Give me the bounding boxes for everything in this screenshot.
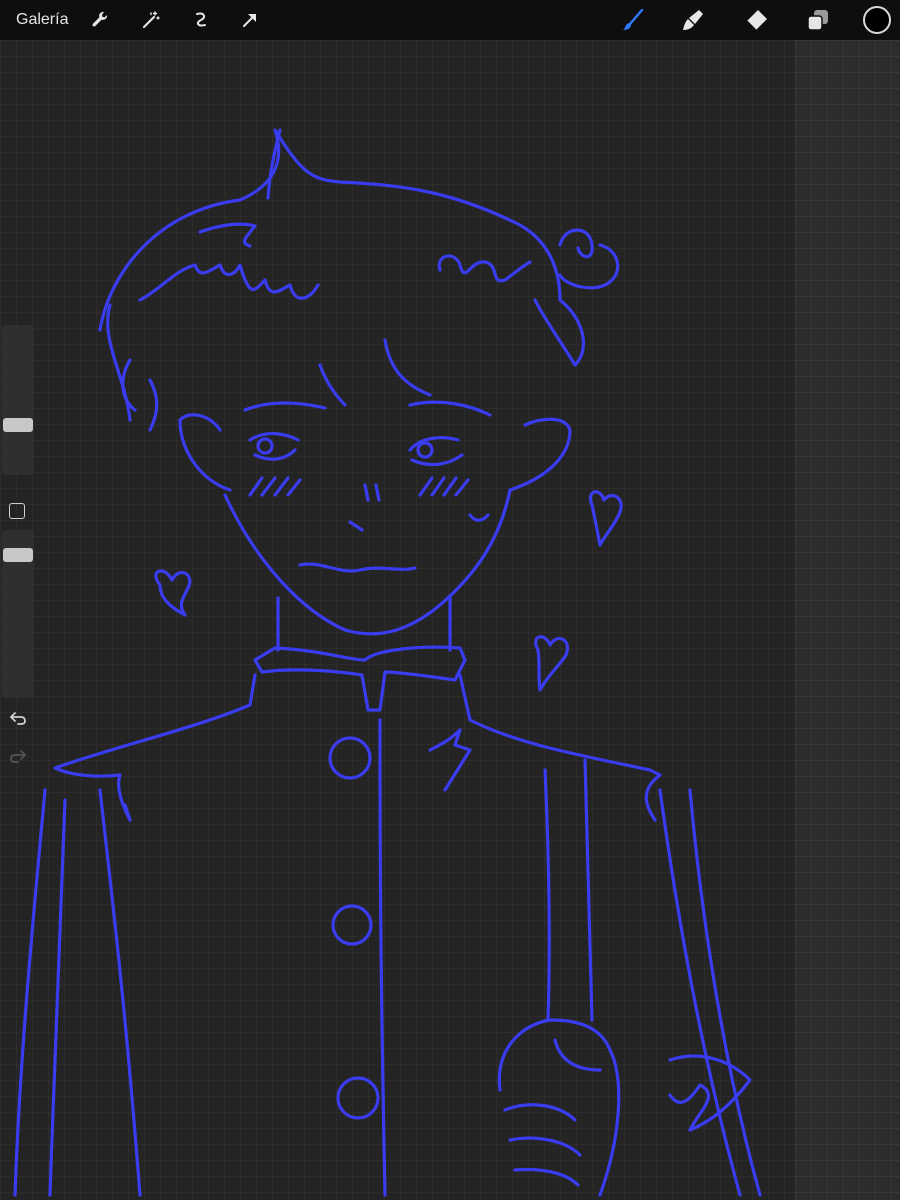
jacket-button-2	[331, 904, 373, 946]
ear-right	[508, 417, 572, 492]
jacket-right-panel	[543, 758, 594, 1022]
nose	[348, 483, 381, 532]
jacket-button-3	[336, 1076, 380, 1120]
current-color-swatch	[863, 6, 891, 34]
neck	[276, 596, 452, 652]
blush-right	[418, 476, 470, 497]
brow-left	[243, 401, 327, 412]
hair-strand	[318, 338, 432, 407]
pupil-right	[416, 441, 434, 459]
hair-fringe-mid	[198, 222, 257, 248]
hair-outline	[98, 128, 585, 367]
jacket-right-edge	[658, 788, 762, 1197]
jacket-left-arm	[98, 788, 142, 1197]
brush-icon[interactable]	[619, 6, 647, 34]
hair-left-side	[106, 303, 159, 432]
brow-right	[408, 400, 492, 417]
hair-swirl	[558, 228, 620, 290]
layers-icon[interactable]	[804, 6, 832, 34]
brush-size-slider[interactable]	[2, 325, 34, 475]
brush-size-handle[interactable]	[3, 418, 33, 432]
smudge-icon[interactable]	[679, 6, 707, 34]
heart-left	[154, 569, 192, 617]
jacket-shoulder-left	[53, 673, 257, 822]
hair-fringe-right	[437, 254, 532, 283]
opacity-handle[interactable]	[3, 548, 33, 562]
canvas-outer-area	[795, 40, 900, 1200]
wrench-icon[interactable]	[86, 6, 114, 34]
magic-wand-icon[interactable]	[137, 6, 165, 34]
jacket-button-1	[328, 736, 372, 780]
eraser-icon[interactable]	[742, 6, 770, 34]
transform-arrow-icon[interactable]	[236, 6, 264, 34]
color-picker-button[interactable]	[862, 5, 892, 35]
blush-left	[248, 476, 302, 497]
hair-fringe-left	[138, 263, 320, 302]
top-toolbar: Galería	[0, 0, 900, 40]
ear-left	[178, 413, 232, 492]
selection-icon[interactable]	[187, 6, 215, 34]
collar	[253, 645, 467, 712]
undo-icon[interactable]	[8, 708, 28, 728]
heart-middle	[534, 635, 569, 692]
redo-icon[interactable]	[8, 746, 28, 766]
gallery-button[interactable]: Galería	[16, 11, 68, 29]
cheek-mark	[468, 513, 490, 522]
jacket-front	[378, 718, 387, 1197]
pupil-left	[256, 437, 274, 455]
mouth	[298, 562, 417, 573]
face-outline	[223, 488, 512, 636]
artwork-sketch	[13, 128, 762, 1197]
heart-right	[589, 490, 623, 547]
modify-button[interactable]	[9, 503, 25, 519]
jacket-left-edge	[13, 788, 67, 1197]
hand-fist	[497, 1018, 621, 1197]
